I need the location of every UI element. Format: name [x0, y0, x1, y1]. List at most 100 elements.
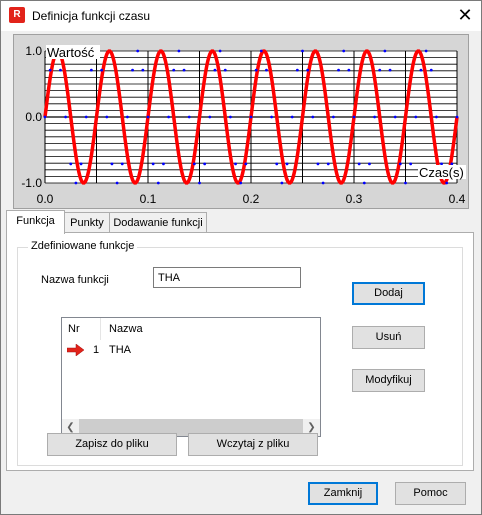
defined-functions-group: Zdefiniowane funkcje Nazwa funkcji Nr Na… — [17, 240, 463, 466]
data-point — [280, 181, 284, 185]
data-point — [208, 115, 212, 119]
data-point — [301, 49, 304, 53]
data-point — [203, 162, 207, 166]
data-point — [69, 162, 73, 166]
data-point — [337, 68, 340, 72]
data-point — [404, 181, 407, 185]
data-point — [177, 49, 181, 53]
data-point — [368, 162, 371, 166]
col-header-name[interactable]: Nazwa — [109, 323, 143, 335]
data-point — [187, 115, 191, 119]
y-tick-label: 0.0 — [25, 110, 42, 124]
data-point — [306, 68, 310, 72]
data-point — [89, 68, 93, 72]
data-point — [126, 115, 129, 119]
data-point — [115, 181, 119, 185]
data-point — [290, 115, 294, 119]
data-point — [74, 181, 78, 185]
data-point — [239, 181, 243, 185]
data-point — [265, 68, 268, 72]
data-point — [342, 49, 346, 53]
data-point — [162, 162, 165, 166]
row-nr: 1 — [93, 344, 100, 356]
remove-button[interactable]: Usuń — [352, 326, 425, 349]
data-point — [357, 162, 361, 166]
data-point — [383, 49, 387, 53]
data-point — [419, 68, 423, 72]
data-point — [347, 68, 351, 72]
group-label: Zdefiniowane funkcje — [28, 240, 138, 252]
data-point — [234, 162, 237, 166]
data-point — [311, 115, 315, 119]
data-point — [229, 115, 232, 119]
arrow-right-icon — [67, 344, 85, 356]
col-header-nr[interactable]: Nr — [68, 323, 80, 335]
tab-dodawanie-funkcji[interactable]: Dodawanie funkcji — [109, 212, 207, 234]
data-point — [43, 115, 47, 119]
data-point — [100, 68, 104, 72]
data-point — [285, 162, 289, 166]
data-point — [192, 162, 196, 166]
help-button[interactable]: Pomoc — [395, 482, 466, 505]
load-from-file-button[interactable]: Wczytaj z pliku — [188, 433, 318, 456]
data-point — [393, 115, 397, 119]
tab-funkcja[interactable]: Funkcja — [6, 210, 65, 234]
data-point — [409, 162, 413, 166]
x-tick-label: 0.3 — [346, 192, 363, 206]
data-point — [244, 162, 248, 166]
data-point — [156, 181, 160, 185]
data-point — [326, 162, 330, 166]
function-name-input[interactable] — [153, 267, 301, 288]
data-point — [172, 68, 176, 72]
data-point — [198, 181, 201, 185]
add-button[interactable]: Dodaj — [352, 282, 425, 305]
x-tick-label: 0.0 — [37, 192, 54, 206]
data-point — [332, 115, 335, 119]
data-point — [398, 162, 402, 166]
data-point — [136, 49, 140, 53]
data-point — [414, 115, 418, 119]
data-point — [316, 162, 320, 166]
data-point — [146, 115, 150, 119]
data-point — [110, 162, 114, 166]
app-icon: R — [9, 7, 25, 23]
data-point — [270, 115, 273, 119]
title-bar: R Definicja funkcji czasu ✕ — [1, 1, 481, 31]
row-name: THA — [109, 344, 131, 356]
data-point — [295, 68, 299, 72]
data-point — [378, 68, 382, 72]
function-name-label: Nazwa funkcji — [41, 274, 109, 286]
data-point — [131, 68, 134, 72]
data-point — [249, 115, 253, 119]
data-point — [48, 68, 52, 72]
dialog-window: R Definicja funkcji czasu ✕ 1.0 0.0 -1.0 0.… — [0, 0, 482, 515]
time-function-chart: 1.0 0.0 -1.0 0.0 0.1 0.2 0.3 0.4 Wartość Czas(s) — [21, 44, 466, 206]
data-point — [79, 162, 83, 166]
tab-punkty[interactable]: Punkty — [64, 212, 110, 234]
data-point — [445, 181, 449, 185]
modify-button[interactable]: Modyfikuj — [352, 369, 425, 392]
close-button[interactable]: Zamknij — [308, 482, 378, 505]
data-point — [141, 68, 145, 72]
data-point — [429, 68, 433, 72]
data-point — [167, 115, 171, 119]
data-point — [151, 162, 155, 166]
data-point — [362, 181, 366, 185]
data-point — [223, 68, 227, 72]
list-header: Nr Nazwa — [62, 318, 320, 340]
data-point — [182, 68, 186, 72]
y-tick-label: 1.0 — [25, 44, 42, 58]
data-point — [254, 68, 258, 72]
x-axis-label: Czas(s) — [419, 165, 464, 180]
data-point — [105, 115, 109, 119]
list-item[interactable]: 1 THA — [62, 342, 320, 358]
y-tick-label: -1.0 — [21, 176, 42, 190]
data-point — [84, 115, 88, 119]
data-point — [388, 68, 392, 72]
close-icon[interactable]: ✕ — [453, 5, 477, 25]
save-to-file-button[interactable]: Zapisz do pliku — [47, 433, 177, 456]
data-point — [59, 68, 62, 72]
window-title: Definicja funkcji czasu — [32, 9, 151, 23]
functions-list[interactable]: Nr Nazwa 1 THA ❮ ❯ — [61, 317, 321, 437]
column-divider[interactable] — [100, 318, 101, 340]
